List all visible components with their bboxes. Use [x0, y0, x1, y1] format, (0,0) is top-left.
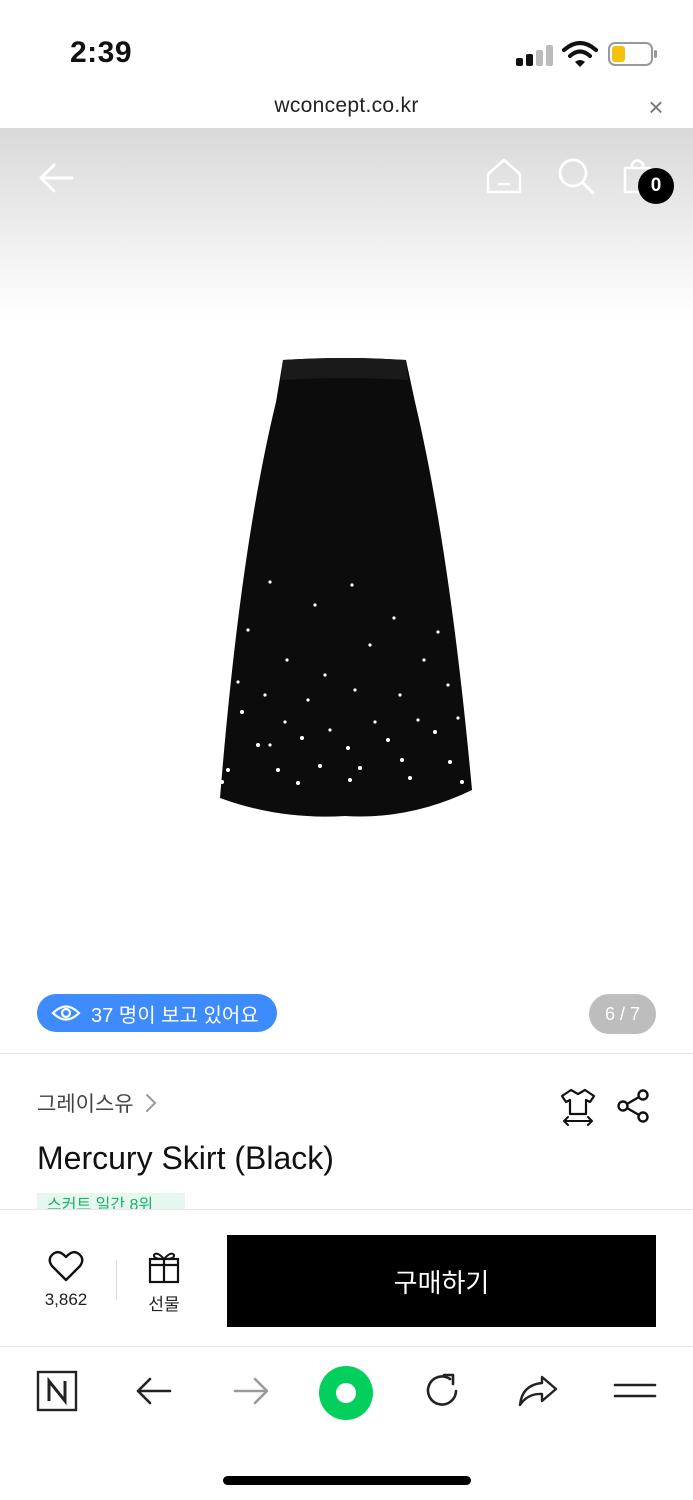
like-count: 3,862	[44, 1290, 88, 1309]
battery-low-icon	[608, 42, 657, 66]
divider	[0, 1053, 693, 1054]
chevron-right-icon	[145, 1094, 157, 1112]
viewers-text: 37 명이 보고 있어요	[91, 1004, 259, 1027]
back-icon[interactable]	[132, 1369, 176, 1413]
image-page-counter: 6 / 7	[589, 994, 656, 1034]
divider	[116, 1260, 117, 1300]
search-icon[interactable]	[556, 156, 596, 196]
green-dot-icon[interactable]	[318, 1365, 374, 1421]
cellular-signal-icon	[516, 44, 554, 66]
buy-button[interactable]: 구매하기	[227, 1235, 656, 1327]
share-icon[interactable]	[516, 1369, 560, 1413]
gift-button[interactable]: 선물	[136, 1250, 192, 1314]
product-gallery[interactable]: 0 37 명이 보고 있어요 6 / 7	[0, 128, 693, 1053]
size-guide-icon[interactable]	[558, 1086, 598, 1126]
status-time: 2:39	[70, 36, 133, 69]
home-indicator	[223, 1476, 471, 1485]
home-icon[interactable]	[484, 156, 524, 196]
purchase-bar: 3,862 선물 구매하기	[0, 1209, 693, 1346]
refresh-icon[interactable]	[420, 1369, 464, 1413]
url-text[interactable]: wconcept.co.kr	[0, 94, 693, 118]
brand-link[interactable]: 그레이스유	[37, 1088, 158, 1118]
wifi-icon	[562, 41, 598, 67]
cart-count-badge: 0	[638, 168, 674, 204]
ranking-badge: 스커트 일간 8위	[37, 1193, 185, 1209]
like-button[interactable]: 3,862	[30, 1250, 102, 1314]
back-arrow-icon[interactable]	[36, 158, 76, 198]
viewers-badge: 37 명이 보고 있어요	[37, 994, 277, 1032]
eye-icon	[51, 1005, 81, 1021]
forward-icon[interactable]	[229, 1369, 273, 1413]
gift-icon	[148, 1252, 180, 1284]
share-icon[interactable]	[614, 1088, 652, 1124]
status-bar: 2:39	[0, 0, 693, 90]
brand-name[interactable]: 그레이스유	[37, 1088, 134, 1118]
heart-icon	[48, 1250, 84, 1282]
url-bar: wconcept.co.kr ×	[0, 90, 693, 128]
close-icon[interactable]: ×	[643, 94, 669, 120]
gift-label: 선물	[148, 1295, 180, 1314]
naver-icon[interactable]	[35, 1369, 79, 1413]
product-title: Mercury Skirt (Black)	[37, 1140, 334, 1176]
product-image	[220, 358, 472, 817]
menu-icon[interactable]	[613, 1369, 657, 1413]
